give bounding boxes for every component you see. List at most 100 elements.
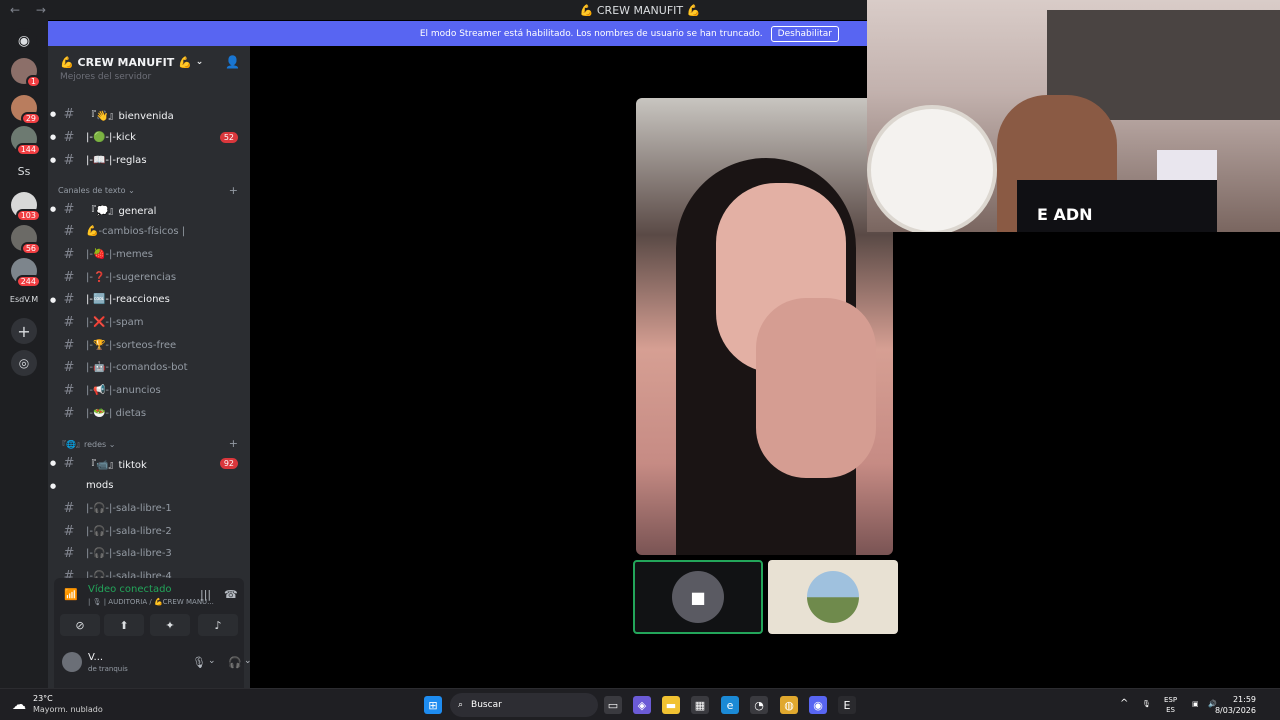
tray-chevron-icon[interactable]: ^ xyxy=(1120,699,1128,709)
search-label: Buscar xyxy=(471,700,502,710)
channel-name: 💪-cambios-físicos | xyxy=(86,226,186,238)
unread-dot: ● xyxy=(49,295,57,304)
avatar[interactable] xyxy=(62,652,82,672)
channel-item[interactable]: # |-🎧-|-sala-libre-2 xyxy=(48,521,250,541)
disconnect-icon[interactable]: ☎ xyxy=(224,588,238,601)
noise-suppression-icon[interactable]: ||| xyxy=(200,588,211,601)
date: 8/03/2026 xyxy=(1214,706,1256,715)
tray-mic-icon[interactable]: 🎙 xyxy=(1142,699,1151,709)
faded-item: Mejores del servidor xyxy=(60,72,152,82)
channel-item[interactable]: # 💪-cambios-físicos | xyxy=(48,222,250,242)
server-label-7[interactable]: EsdV.M xyxy=(4,295,44,304)
hash-icon: # xyxy=(63,292,75,308)
server-label-3[interactable]: Ss xyxy=(4,165,44,178)
channel-item[interactable]: # |-📢-|-anuncios xyxy=(48,381,250,401)
mention-badge: 29 xyxy=(20,112,41,125)
channel-item[interactable]: # |-🎧-|-sala-libre-3 xyxy=(48,544,250,564)
network-icon[interactable]: ▣ xyxy=(1192,699,1199,709)
create-channel-icon[interactable]: + xyxy=(229,437,238,450)
channel-item[interactable]: ● # 『📹』tiktok 92 xyxy=(48,453,250,473)
server-icon-0[interactable]: 1 xyxy=(11,58,41,88)
signal-icon[interactable]: 📶 xyxy=(64,588,78,601)
channel-item[interactable]: # |-🎧-|-sala-libre-1 xyxy=(48,498,250,518)
search-icon: ⌕ xyxy=(458,700,464,710)
server-icon-1[interactable]: 29 xyxy=(11,95,41,125)
channel-item[interactable]: # |-❌-|-spam xyxy=(48,313,250,333)
cloud-icon: ☁ xyxy=(12,697,26,713)
channel-name: |-🎧-|-sala-libre-1 xyxy=(86,502,172,514)
discord-taskbar-icon[interactable]: ◉ xyxy=(809,696,827,714)
headphones-icon[interactable]: 🎧 xyxy=(228,656,242,669)
hash-icon: # xyxy=(63,455,75,471)
category-text-channels[interactable]: Canales de texto ⌄ + xyxy=(58,184,248,197)
username[interactable]: V... xyxy=(88,652,103,663)
keyboard-layout: ES xyxy=(1166,706,1175,714)
channel-item[interactable]: ● # |-🆒-|-reacciones xyxy=(48,290,250,310)
activities-button[interactable]: ✦ xyxy=(150,614,190,636)
hash-icon: # xyxy=(63,405,75,421)
unread-dot: ● xyxy=(49,133,57,141)
server-icon-2[interactable]: 144 xyxy=(11,126,41,156)
clock[interactable]: 21:59 8/03/2026 xyxy=(1215,694,1256,716)
server-icon-6[interactable]: 244 xyxy=(11,258,41,288)
channel-badge: 52 xyxy=(219,131,238,143)
chrome-icon[interactable]: ◍ xyxy=(780,696,798,714)
channel-badge: 92 xyxy=(219,457,238,469)
voice-status[interactable]: Vídeo conectado xyxy=(88,584,172,595)
time: 21:59 xyxy=(1232,695,1256,704)
channel-item[interactable]: ● # |-📖-|-reglas xyxy=(48,150,250,170)
channel-item[interactable]: # |-❓-|-sugerencias xyxy=(48,267,250,287)
screen-share-button[interactable]: ⬆ xyxy=(104,614,144,636)
guild-name: 💪 CREW MANUFIT 💪 xyxy=(60,55,192,69)
channel-item[interactable]: ● mods xyxy=(48,476,250,496)
category-redes[interactable]: 『🌐』redes ⌄ + xyxy=(58,437,248,450)
channel-name: |-🍓-|-memes xyxy=(86,248,154,260)
explore-icon[interactable]: ◎ xyxy=(11,350,37,376)
unread-dot: ● xyxy=(49,481,57,490)
copilot-icon[interactable]: ◈ xyxy=(633,696,651,714)
channel-name: |-❌-|-spam xyxy=(86,317,144,328)
file-explorer-icon[interactable]: ▬ xyxy=(662,696,680,714)
create-channel-icon[interactable]: + xyxy=(229,184,238,197)
voice-channel-path[interactable]: | 🎙 | AUDITORIA / 💪CREW MANU... xyxy=(88,598,214,606)
mention-badge: 144 xyxy=(15,143,41,156)
channel-name: |-🆒-|-reacciones xyxy=(86,294,170,306)
participant-thumbnail-1[interactable]: ■ xyxy=(633,560,763,634)
channel-name: |-🤖-|-comandos-bot xyxy=(86,362,188,374)
soundboard-button[interactable]: ♪ xyxy=(198,614,238,636)
channel-item[interactable]: # |-🍓-|-memes xyxy=(48,244,250,264)
channel-item[interactable]: ● # 『💭』general xyxy=(48,199,250,219)
channel-item[interactable]: ● # 『👋』bienvenida xyxy=(48,104,250,124)
main-video-feed[interactable] xyxy=(636,98,893,555)
channel-item[interactable]: ● # |-🟢-|-kick 52 xyxy=(48,127,250,147)
channel-name: |-🟢-|-kick xyxy=(86,131,136,143)
epic-games-icon[interactable]: E xyxy=(838,696,856,714)
microphone-icon[interactable]: 🎙 xyxy=(192,656,206,669)
weather-temp: 23°C xyxy=(33,694,53,703)
add-server-icon[interactable]: + xyxy=(11,318,37,344)
participant-thumbnail-2[interactable] xyxy=(768,560,898,634)
start-windows-icon[interactable]: ⊞ xyxy=(424,696,442,714)
video-figure-hand xyxy=(756,298,876,478)
language-indicator[interactable]: ESP ES xyxy=(1164,695,1177,715)
channel-item[interactable]: # |-🏆-|-sorteos-free xyxy=(48,335,250,355)
task-view-icon[interactable]: ▭ xyxy=(604,696,622,714)
server-icon-4[interactable]: 103 xyxy=(11,192,41,222)
invite-icon[interactable]: 👤 xyxy=(225,55,240,69)
store-icon[interactable]: ▦ xyxy=(691,696,709,714)
channel-item[interactable]: # |-🥗-| dietas xyxy=(48,403,250,423)
app-icon[interactable]: ◔ xyxy=(750,696,768,714)
channel-sidebar: 💪 CREW MANUFIT 💪 ⌄ 👤 Mejores del servido… xyxy=(48,46,276,688)
disable-streamer-button[interactable]: Deshabilitar xyxy=(770,25,839,42)
video-camera-icon: ■ xyxy=(672,571,724,623)
discord-home-icon[interactable]: ◉ xyxy=(11,28,37,54)
hash-icon: # xyxy=(63,152,75,168)
windows-taskbar: ☁ 23°C Mayorm. nublado ⊞ ⌕ Buscar ▭ ◈ ▬ … xyxy=(0,688,1280,720)
edge-icon[interactable]: e xyxy=(721,696,739,714)
camera-off-button[interactable]: ⊘ xyxy=(60,614,100,636)
channel-item[interactable]: # |-🤖-|-comandos-bot xyxy=(48,358,250,378)
mic-options-chevron-icon[interactable]: ⌄ xyxy=(208,656,216,666)
taskbar-search[interactable]: ⌕ Buscar xyxy=(450,693,598,717)
server-icon-5[interactable]: 56 xyxy=(11,225,41,255)
channel-name: 『👋』bienvenida xyxy=(86,110,174,122)
